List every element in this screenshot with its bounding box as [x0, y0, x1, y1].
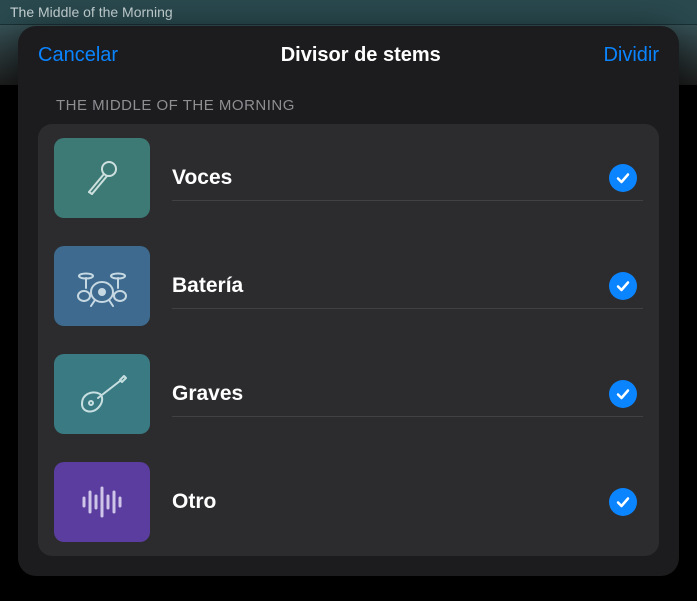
- section-title: THE MIDDLE OF THE MORNING: [18, 83, 679, 124]
- checkmark-icon: [615, 170, 631, 186]
- checkbox-otro[interactable]: [609, 488, 637, 516]
- cancel-button[interactable]: Cancelar: [38, 44, 118, 67]
- stem-label: Batería: [172, 274, 609, 298]
- checkmark-icon: [615, 278, 631, 294]
- track-title: The Middle of the Morning: [10, 4, 173, 20]
- stem-label: Otro: [172, 490, 609, 514]
- waveform-icon: [54, 462, 150, 542]
- stem-splitter-modal: Cancelar Divisor de stems Dividir THE MI…: [18, 26, 679, 576]
- checkbox-voces[interactable]: [609, 164, 637, 192]
- stems-list: Voces: [38, 124, 659, 556]
- checkbox-bateria[interactable]: [609, 272, 637, 300]
- mic-icon: [54, 138, 150, 218]
- checkmark-icon: [615, 386, 631, 402]
- split-button[interactable]: Dividir: [603, 44, 659, 67]
- checkbox-graves[interactable]: [609, 380, 637, 408]
- stem-row-otro[interactable]: Otro: [54, 448, 643, 556]
- stem-label: Voces: [172, 166, 609, 190]
- stem-row-voces[interactable]: Voces: [54, 124, 643, 232]
- stem-row-bateria[interactable]: Batería: [54, 232, 643, 340]
- stem-row-graves[interactable]: Graves: [54, 340, 643, 448]
- checkmark-icon: [615, 494, 631, 510]
- drums-icon: [54, 246, 150, 326]
- stem-label: Graves: [172, 382, 609, 406]
- guitar-icon: [54, 354, 150, 434]
- track-title-bar: The Middle of the Morning: [0, 0, 697, 25]
- modal-title: Divisor de stems: [281, 44, 441, 67]
